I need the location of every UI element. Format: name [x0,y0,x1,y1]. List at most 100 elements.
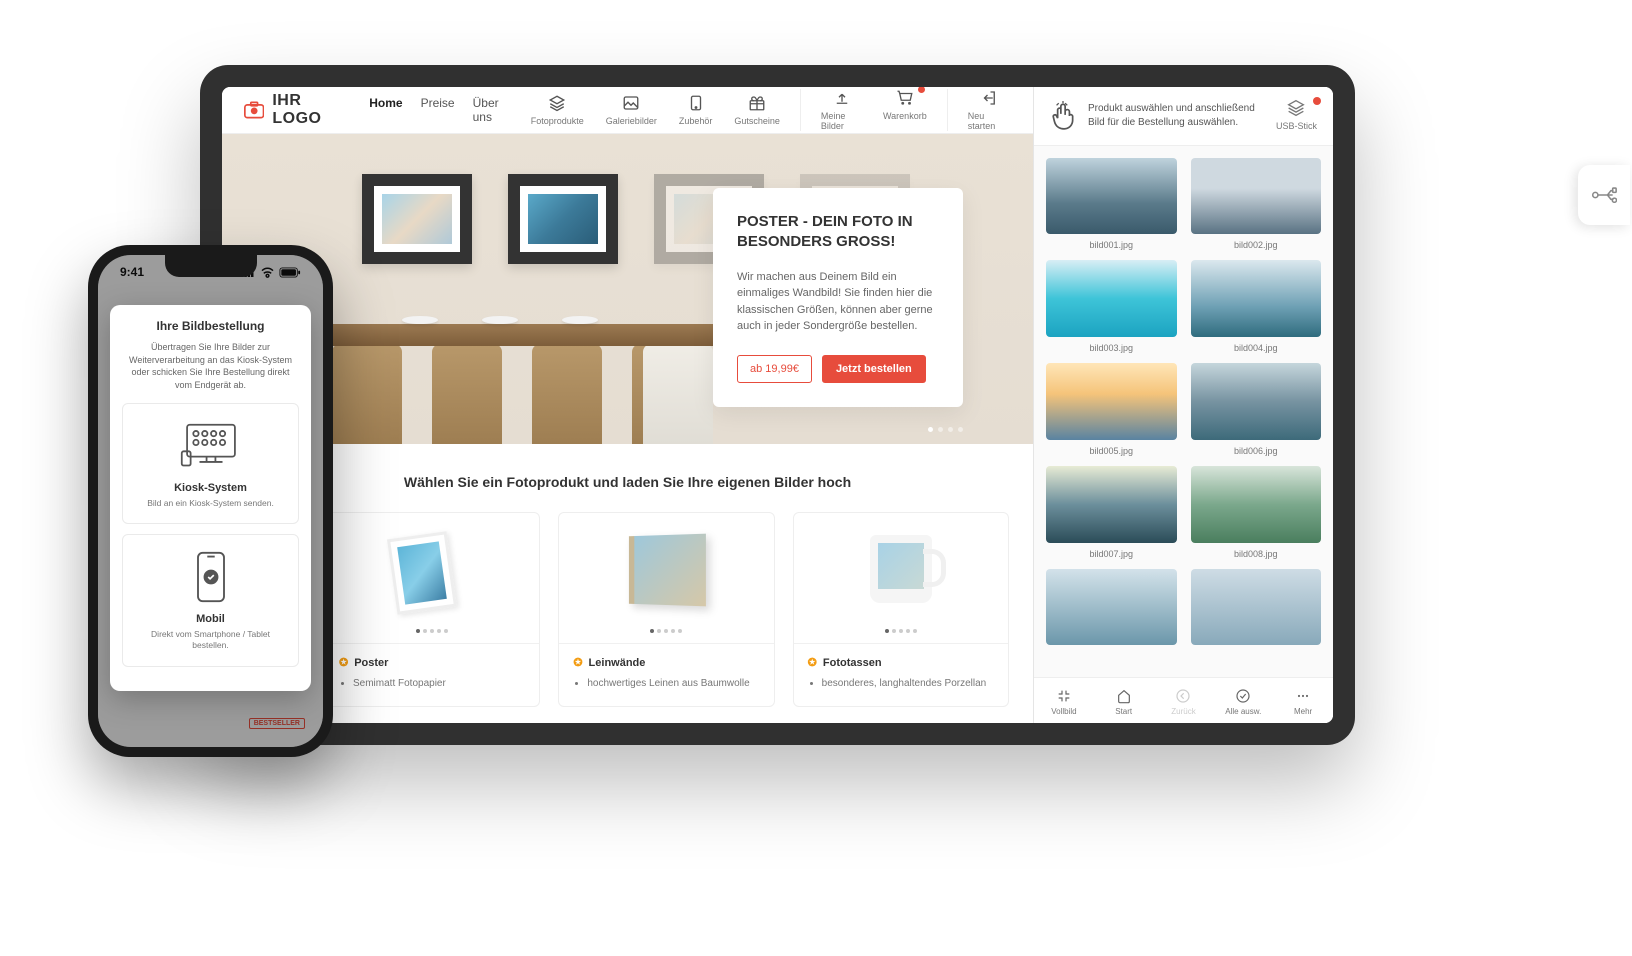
thumbnail-image[interactable] [1046,158,1177,235]
kiosk-icon [133,418,288,474]
thumbnail-image[interactable] [1046,260,1177,337]
nav-label: Fotoprodukte [531,116,584,126]
thumbnail-label: bild002.jpg [1234,240,1278,250]
option-kiosk[interactable]: Kiosk-System Bild an ein Kiosk-System se… [122,403,299,524]
bottom-mehr[interactable]: Mehr [1273,678,1333,723]
thumbnail-label: bild001.jpg [1089,240,1133,250]
phone-screen: 9:41 Ihre eigenen Bilder hoch BESTSELLER… [98,255,323,747]
thumbnail-image[interactable] [1191,363,1322,440]
star-icon: ✪ [808,656,817,669]
nav-preise[interactable]: Preise [421,96,455,124]
usb-icon [1591,184,1617,206]
main-application: IHR LOGO Home Preise Über uns Fotoproduk… [222,87,1033,723]
logo[interactable]: IHR LOGO [244,92,349,128]
nav-gutscheine[interactable]: Gutscheine [734,94,780,126]
thumbnail-label: bild007.jpg [1089,549,1133,559]
thumbnail-item[interactable]: bild008.jpg [1191,466,1322,559]
thumbnails-grid[interactable]: bild001.jpg bild002.jpg bild003.jpg bild004… [1034,146,1333,677]
product-bullet: hochwertiges Leinen aus Baumwolle [587,678,759,689]
thumbnail-label: bild008.jpg [1234,549,1278,559]
product-dots[interactable] [325,623,539,643]
nav-label: Zubehör [679,116,713,126]
thumbnail-item[interactable]: bild001.jpg [1046,158,1177,251]
logout-icon [980,89,998,107]
bottom-label: Zurück [1171,707,1195,716]
bottom-label: Start [1115,707,1132,716]
upload-icon [833,89,851,107]
hero-banner: POSTER - DEIN FOTO IN BESONDERS GROSS! W… [222,134,1033,444]
thumbnail-item[interactable]: bild006.jpg [1191,363,1322,456]
nav-label: Meine Bilder [821,111,863,131]
cart-icon [896,89,914,107]
sidebar-instructions: Produkt auswählen und anschließend Bild … [1034,87,1333,146]
bottom-vollbild[interactable]: Vollbild [1034,678,1094,723]
thumbnail-item[interactable]: bild002.jpg [1191,158,1322,251]
product-title: Leinwände [589,657,646,669]
nav-zubehoer[interactable]: Zubehör [679,94,713,126]
thumbnail-image[interactable] [1046,466,1177,543]
thumbnail-image[interactable] [1046,569,1177,646]
product-card-fototassen[interactable]: ✪Fototassen besonderes, langhaltendes Po… [793,512,1009,707]
bottom-start[interactable]: Start [1094,678,1154,723]
product-card-poster[interactable]: ✪Poster Semimatt Fotopapier [324,512,540,707]
tablet-icon [687,94,705,112]
nav-galeriebilder[interactable]: Galeriebilder [606,94,657,126]
nav-label: Warenkorb [883,111,927,121]
thumbnail-item[interactable]: bild004.jpg [1191,260,1322,353]
product-dots[interactable] [794,623,1008,643]
bottom-label: Vollbild [1051,707,1076,716]
thumbnail-label: bild005.jpg [1089,446,1133,456]
nav-ueber-uns[interactable]: Über uns [473,96,511,124]
phone-notch [165,255,257,277]
home-icon [1116,688,1132,704]
more-icon [1295,688,1311,704]
mobile-icon [133,549,288,605]
thumbnail-item[interactable]: bild005.jpg [1046,363,1177,456]
product-bullet: besonderes, langhaltendes Porzellan [822,678,994,689]
nav-warenkorb[interactable]: Warenkorb [883,89,927,131]
nav-meine-bilder[interactable]: Meine Bilder [821,89,863,131]
thumbnail-item[interactable] [1046,569,1177,646]
thumbnail-image[interactable] [1046,363,1177,440]
order-modal: Ihre Bildbestellung Übertragen Sie Ihre … [110,305,311,691]
image-icon [622,94,640,112]
nav-icons-group: Fotoprodukte Galeriebilder Zubehör Gutsc… [531,94,780,126]
nav-label: Gutscheine [734,116,780,126]
check-circle-icon [1235,688,1251,704]
table-illustration [302,324,713,444]
thumbnail-label: bild003.jpg [1089,343,1133,353]
product-card-leinwand[interactable]: ✪Leinwände hochwertiges Leinen aus Baumw… [558,512,774,707]
thumbnail-image[interactable] [1191,569,1322,646]
camera-icon [244,101,264,119]
bottom-alle-ausw[interactable]: Alle ausw. [1213,678,1273,723]
thumbnail-image[interactable] [1191,260,1322,337]
order-now-button[interactable]: Jetzt bestellen [822,355,926,383]
layers-icon [548,94,566,112]
usb-badge [1313,97,1321,105]
product-bullet: Semimatt Fotopapier [353,678,525,689]
product-dots[interactable] [559,623,773,643]
products-row: BESTSELLER ✪Poster Semimatt Fotopapier ✪… [222,512,1033,723]
thumbnail-image[interactable] [1191,158,1322,235]
option-desc: Direkt vom Smartphone / Tablet bestellen… [133,629,288,651]
usb-side-tab[interactable] [1578,165,1630,225]
bottom-label: Alle ausw. [1225,707,1261,716]
nav-fotoprodukte[interactable]: Fotoprodukte [531,94,584,126]
nav-home[interactable]: Home [369,96,402,124]
fullscreen-exit-icon [1056,688,1072,704]
hero-info-card: POSTER - DEIN FOTO IN BESONDERS GROSS! W… [713,188,963,407]
nav-neu-starten[interactable]: Neu starten [968,89,1011,131]
hero-description: Wir machen aus Deinem Bild ein einmalige… [737,269,939,335]
nav-icons-group-3: Neu starten [947,89,1011,131]
thumbnail-image[interactable] [1191,466,1322,543]
modal-subtitle: Übertragen Sie Ihre Bilder zur Weiterver… [122,341,299,391]
thumbnail-item[interactable]: bild003.jpg [1046,260,1177,353]
nav-links: Home Preise Über uns [369,96,511,124]
modal-title: Ihre Bildbestellung [122,319,299,333]
usb-stick-button[interactable]: USB-Stick [1276,99,1317,133]
carousel-dots[interactable] [928,427,963,432]
thumbnail-item[interactable]: bild007.jpg [1046,466,1177,559]
option-mobil[interactable]: Mobil Direkt vom Smartphone / Tablet bes… [122,534,299,666]
price-button[interactable]: ab 19,99€ [737,355,812,383]
thumbnail-item[interactable] [1191,569,1322,646]
